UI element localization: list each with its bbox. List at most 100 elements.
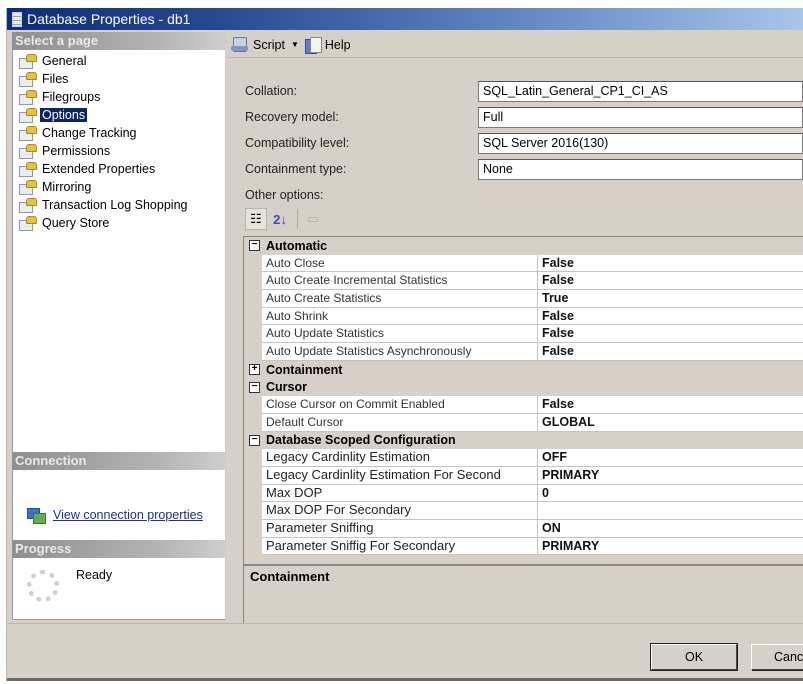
view-connection-properties-link[interactable]: View connection properties [53,508,203,522]
property-name: Auto Update Statistics Asynchronously [262,343,538,360]
page-item-label: Permissions [42,144,111,158]
property-row[interactable]: Legacy Cardinlity Estimation For Second P… [262,466,803,485]
property-value[interactable]: OFF [538,449,803,466]
compatibility-level-field[interactable]: SQL Server 2016(130) [478,132,803,154]
recovery-model-row: Recovery model: Full [245,104,803,130]
collapse-icon[interactable]: − [249,381,260,393]
page-item-filegroups[interactable]: Filegroups [13,88,225,106]
script-button[interactable]: Script ▼ [231,37,299,52]
category-automatic[interactable]: − Automatic [244,237,803,255]
property-row[interactable]: Close Cursor on Commit Enabled False [262,396,803,414]
script-icon [231,37,249,52]
page-item-change-tracking[interactable]: Change Tracking [13,124,225,142]
cancel-button[interactable]: Cancel [751,644,803,670]
page-icon [19,54,37,69]
property-value[interactable]: GLOBAL [538,414,803,431]
page-item-permissions[interactable]: Permissions [13,142,225,160]
page-item-label: Transaction Log Shopping [42,198,188,212]
expand-icon[interactable]: + [249,364,260,376]
ok-button[interactable]: OK [650,643,738,671]
property-row[interactable]: Max DOP 0 [262,484,803,503]
collapse-icon[interactable]: − [249,434,260,446]
property-value[interactable]: PRIMARY [538,467,803,484]
property-value[interactable]: False [538,325,803,342]
property-value[interactable]: False [538,308,803,325]
page-item-options[interactable]: Options [13,106,225,124]
collation-row: Collation: SQL_Latin_General_CP1_CI_AS [245,78,803,104]
page-icon [19,90,37,105]
property-value[interactable] [538,502,803,519]
property-value[interactable]: False [538,272,803,289]
recovery-model-label: Recovery model: [245,110,339,124]
page-item-general[interactable]: General [13,52,225,70]
property-row[interactable]: Max DOP For Secondary [262,502,803,520]
connection-header: Connection [12,452,226,470]
page-item-files[interactable]: Files [13,70,225,88]
other-options-label: Other options: [245,188,324,202]
page-icon [19,144,37,159]
property-row[interactable]: Parameter Sniffig For Secondary PRIMARY [262,537,803,556]
connection-icon [27,508,46,524]
category-label: Containment [266,362,343,377]
page-item-label: Extended Properties [42,162,156,176]
page-item-label: Filegroups [42,90,101,104]
compatibility-level-row: Compatibility level: SQL Server 2016(130) [245,130,803,156]
page-list: General Files Filegroups Options Change Trac… [12,50,226,452]
property-name: Legacy Cardinlity Estimation [262,449,538,466]
property-row[interactable]: Auto Shrink False [262,307,803,326]
page-icon [19,216,37,231]
property-row[interactable]: Default Cursor GLOBAL [262,413,803,432]
property-row[interactable]: Auto Create Incremental Statistics False [262,272,803,291]
property-row[interactable]: Auto Create Statistics True [262,290,803,308]
property-name: Auto Shrink [262,307,538,325]
window-title: Database Properties - db1 [27,11,191,27]
description-panel: Containment [243,564,803,624]
page-item-label: Options [40,108,88,122]
page-item-extended-properties[interactable]: Extended Properties [13,160,225,178]
page-item-label: Change Tracking [42,126,137,140]
progress-panel: Ready [12,558,226,620]
collapse-icon[interactable]: − [249,240,260,252]
property-row[interactable]: Legacy Cardinlity Estimation OFF [262,449,803,467]
category-database-scoped-configuration[interactable]: − Database Scoped Configuration [244,432,803,450]
property-value[interactable]: PRIMARY [538,538,803,555]
left-pane: Select a page General Files Filegroups Opti… [12,32,226,622]
recovery-model-field[interactable]: Full [478,106,803,128]
progress-header: Progress [12,540,226,558]
category-label: Cursor [266,380,307,395]
property-row[interactable]: Auto Update Statistics False [262,325,803,344]
title-bar[interactable]: Database Properties - db1 [7,8,803,30]
alphabetical-sort-button[interactable]: 2↓ [269,208,291,230]
compatibility-level-label: Compatibility level: [245,136,350,150]
page-item-label: General [42,54,87,68]
property-row[interactable]: Parameter Sniffing ON [262,520,803,538]
property-value[interactable]: 0 [538,485,803,502]
chevron-down-icon[interactable]: ▼ [291,40,299,49]
script-label: Script [253,37,285,52]
property-value[interactable]: False [538,396,803,413]
property-pages-icon: ▭ [306,211,320,226]
containment-type-label: Containment type: [245,162,347,176]
property-value[interactable]: False [538,343,803,360]
property-pages-button[interactable]: ▭ [302,208,324,230]
page-item-transaction-log-shopping[interactable]: Transaction Log Shopping [13,196,225,214]
property-row[interactable]: Auto Close False [262,254,803,273]
property-value[interactable]: ON [538,520,803,537]
property-value[interactable]: False [538,255,803,272]
category-cursor[interactable]: − Cursor [244,379,803,397]
containment-type-row: Containment type: None [245,156,803,182]
collation-field[interactable]: SQL_Latin_General_CP1_CI_AS [478,80,803,102]
toolbar: Script ▼ Help [227,32,803,58]
category-containment[interactable]: + Containment [244,361,803,379]
page-icon [19,198,37,213]
page-item-mirroring[interactable]: Mirroring [13,178,225,196]
help-button[interactable]: Help [304,36,351,54]
view-connection-properties-link-wrap[interactable]: View connection properties [27,508,203,524]
containment-type-field[interactable]: None [478,158,803,180]
page-item-query-store[interactable]: Query Store [13,214,225,232]
property-row[interactable]: Auto Update Statistics Asynchronously Fal… [262,343,803,361]
page-item-label: Mirroring [42,180,92,194]
description-title: Containment [250,569,330,584]
categorized-view-button[interactable]: ☷ [245,208,267,230]
property-value[interactable]: True [538,290,803,307]
